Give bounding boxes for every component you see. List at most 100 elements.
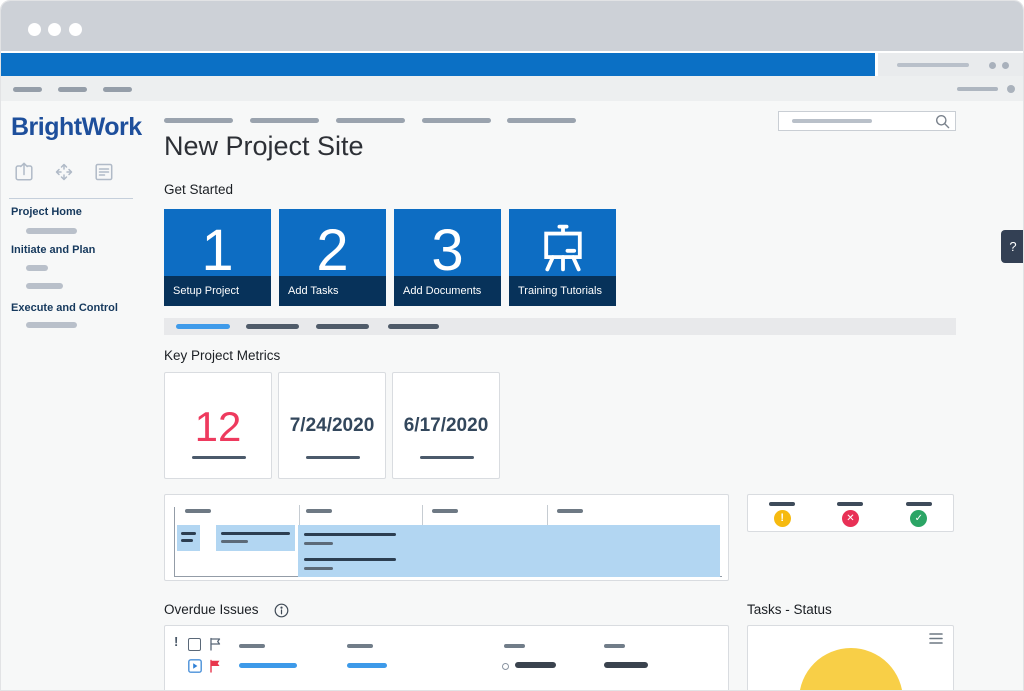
nav-placeholder-link[interactable] (103, 87, 132, 92)
search-input[interactable] (778, 111, 956, 131)
status-label-placeholder (837, 502, 863, 506)
carousel-indicator[interactable] (246, 324, 299, 329)
metric-underline (306, 456, 360, 459)
metric-card-date-2[interactable]: 6/17/2020 (392, 372, 500, 479)
sidebar-placeholder-link[interactable] (26, 265, 48, 271)
nav-placeholder-link[interactable] (13, 87, 42, 92)
window-dot-3[interactable] (69, 23, 82, 36)
gantt-timeline-label (557, 509, 583, 513)
status-col-warning[interactable]: ! (748, 495, 816, 531)
flag-column-icon[interactable] (209, 637, 222, 656)
status-col-error[interactable]: ✕ (816, 495, 884, 531)
page-background (1, 101, 1024, 691)
carousel-strip (164, 318, 956, 335)
select-all-checkbox[interactable] (188, 638, 201, 651)
nav-placeholder-link[interactable] (957, 87, 998, 91)
sidebar-item-initiate-and-plan[interactable]: Initiate and Plan (11, 244, 95, 256)
metric-card-date-1[interactable]: 7/24/2020 (278, 372, 386, 479)
tasks-pie-chart[interactable] (799, 648, 903, 691)
get-started-heading: Get Started (164, 182, 233, 197)
suite-dot-icon[interactable] (1002, 62, 1009, 69)
gantt-tick (422, 505, 423, 526)
column-header-placeholder[interactable] (347, 644, 373, 648)
metric-card-issues[interactable]: 12 (164, 372, 272, 479)
metrics-heading: Key Project Metrics (164, 348, 280, 363)
gantt-bar[interactable] (216, 525, 295, 551)
tile-add-documents[interactable]: 3 Add Documents (394, 209, 501, 306)
tile-label: Setup Project (173, 285, 239, 297)
carousel-indicator[interactable] (388, 324, 439, 329)
nav-placeholder-link[interactable] (58, 87, 87, 92)
tab-placeholder[interactable] (507, 118, 576, 123)
tile-add-tasks[interactable]: 2 Add Tasks (279, 209, 386, 306)
suite-bar-right (878, 53, 1024, 76)
sidebar-divider (9, 198, 133, 199)
tab-placeholder[interactable] (164, 118, 233, 123)
gantt-bar[interactable] (298, 525, 720, 551)
move-arrows-icon[interactable] (52, 160, 76, 184)
gantt-bar[interactable] (298, 551, 720, 577)
tab-placeholder[interactable] (336, 118, 405, 123)
warning-icon[interactable]: ! (774, 510, 791, 527)
nav-dot-icon[interactable] (1007, 85, 1015, 93)
window-dot-1[interactable] (28, 23, 41, 36)
tile-setup-project[interactable]: 1 Setup Project (164, 209, 271, 306)
tile-label: Add Tasks (288, 285, 339, 297)
tab-placeholder[interactable] (250, 118, 319, 123)
priority-column-icon[interactable]: ! (174, 634, 178, 649)
metric-value: 7/24/2020 (279, 415, 385, 437)
error-icon[interactable]: ✕ (842, 510, 859, 527)
red-flag-icon[interactable] (209, 659, 222, 678)
info-icon[interactable] (274, 603, 289, 623)
share-upload-icon[interactable] (12, 160, 36, 184)
search-icon[interactable] (935, 114, 950, 134)
carousel-indicator[interactable] (316, 324, 369, 329)
notes-list-icon[interactable] (92, 160, 116, 184)
gantt-tick (299, 505, 300, 526)
status-label-placeholder (906, 502, 932, 506)
success-icon[interactable]: ✓ (910, 510, 927, 527)
column-header-placeholder[interactable] (604, 644, 625, 648)
tile-label: Add Documents (403, 285, 481, 297)
column-header-placeholder[interactable] (504, 644, 525, 648)
easel-icon (536, 219, 590, 280)
metric-underline (420, 456, 474, 459)
carousel-indicator-active[interactable] (176, 324, 230, 329)
suite-bar (1, 53, 875, 76)
issue-link-placeholder[interactable] (347, 663, 387, 668)
page-title: New Project Site (164, 131, 364, 162)
overdue-issues-heading: Overdue Issues (164, 602, 259, 617)
placeholder-bar (897, 63, 969, 67)
tasks-status-card (747, 625, 954, 691)
gantt-timeline-label (306, 509, 332, 513)
gantt-timeline-label (432, 509, 458, 513)
column-header-placeholder[interactable] (239, 644, 265, 648)
suite-dot-icon[interactable] (989, 62, 996, 69)
tile-training-tutorials[interactable]: Training Tutorials (509, 209, 616, 306)
overdue-issues-table: ! (164, 625, 729, 691)
brightwork-logo[interactable]: BrightWork (11, 113, 142, 142)
gantt-tick (547, 505, 548, 526)
window-dot-2[interactable] (48, 23, 61, 36)
metric-value: 6/17/2020 (393, 415, 499, 437)
play-item-icon[interactable] (188, 659, 202, 678)
sidebar-placeholder-link[interactable] (26, 283, 63, 289)
issue-link-placeholder[interactable] (239, 663, 297, 668)
browser-window: BrightWork Project Home Initiate and Pla… (0, 0, 1024, 691)
metric-underline (192, 456, 246, 459)
status-col-success[interactable]: ✓ (885, 495, 953, 531)
chart-menu-icon[interactable] (928, 632, 944, 650)
gantt-timeline-label (185, 509, 211, 513)
gantt-axis-y (174, 507, 175, 576)
sidebar-item-project-home[interactable]: Project Home (11, 206, 82, 218)
sidebar-placeholder-link[interactable] (26, 228, 77, 234)
gantt-bar[interactable] (177, 525, 200, 551)
gantt-chart-card[interactable] (164, 494, 729, 581)
sidebar-item-execute-and-control[interactable]: Execute and Control (11, 302, 118, 314)
status-summary-card: ! ✕ ✓ (747, 494, 954, 532)
top-nav-strip (1, 76, 1024, 101)
status-dot-icon (502, 663, 509, 670)
help-button[interactable]: ? (1001, 230, 1024, 263)
sidebar-placeholder-link[interactable] (26, 322, 77, 328)
tab-placeholder[interactable] (422, 118, 491, 123)
